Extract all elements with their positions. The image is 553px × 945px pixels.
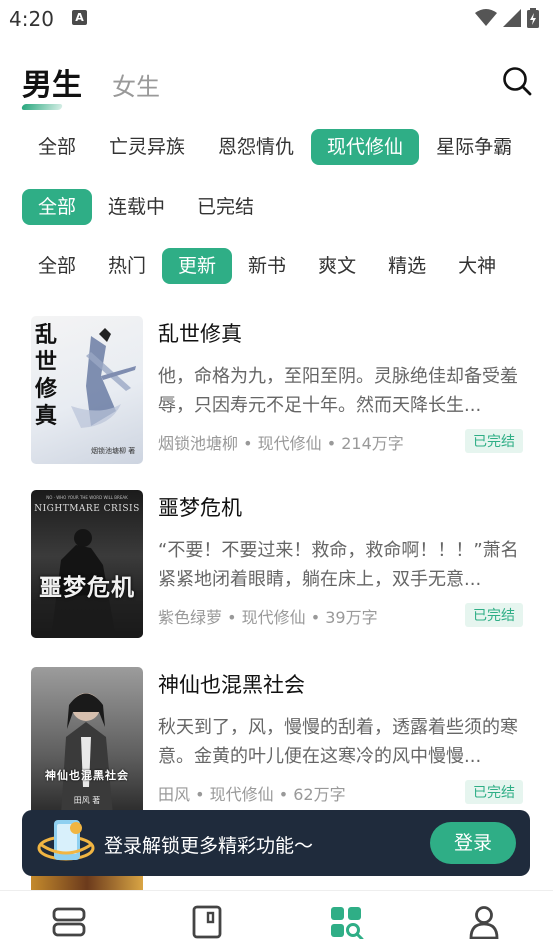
wifi-icon bbox=[475, 9, 497, 26]
sort-chip[interactable]: 新书 bbox=[232, 248, 302, 284]
status-indicators bbox=[475, 8, 539, 28]
book-title[interactable]: 噩梦危机 bbox=[158, 492, 242, 522]
signal-icon bbox=[503, 9, 521, 27]
sort-chip[interactable]: 更新 bbox=[162, 248, 233, 284]
book-cover[interactable]: 神仙也混黑社会 田风 著 bbox=[31, 667, 143, 815]
search-icon[interactable] bbox=[502, 66, 532, 96]
login-banner: 登录解锁更多精彩功能～ 登录 bbox=[22, 810, 530, 876]
tab-male-label: 男生 bbox=[22, 68, 82, 103]
book-description: 他，命格为九，至阳至阴。灵脉绝佳却备受羞辱，只因寿元不足十年。然而天降长生... bbox=[158, 366, 518, 416]
book-cover[interactable]: 乱世修真 烟锁池塘柳 著 bbox=[31, 316, 143, 464]
status-badge: 已完结 bbox=[465, 429, 523, 453]
book-description: 秋天到了，风，慢慢的刮着，透露着些须的寒意。金黄的叶儿便在这寒冷的风中慢慢... bbox=[158, 717, 518, 767]
cover-title-en: NIGHTMARE CRISIS bbox=[34, 504, 140, 514]
category-chip[interactable]: 星际争霸 bbox=[420, 129, 528, 165]
sort-chip[interactable]: 爽文 bbox=[302, 248, 372, 284]
status-bar: 4:20 A bbox=[0, 0, 553, 38]
notification-icon: A bbox=[72, 10, 87, 25]
category-chip[interactable]: 亡灵异族 bbox=[93, 129, 201, 165]
status-chip[interactable]: 已完结 bbox=[181, 189, 270, 225]
category-icon[interactable] bbox=[328, 905, 364, 939]
next-book-cover-peek bbox=[31, 876, 143, 890]
book-meta: 烟锁池塘柳 • 现代修仙 • 214万字 bbox=[158, 434, 404, 453]
status-chip[interactable]: 全部 bbox=[22, 189, 93, 225]
cover-author: 烟锁池塘柳 著 bbox=[91, 447, 136, 455]
book-meta: 田风 • 现代修仙 • 62万字 bbox=[158, 785, 346, 804]
sort-chip[interactable]: 热门 bbox=[92, 248, 162, 284]
tab-female[interactable]: 女生 bbox=[112, 67, 160, 106]
sort-chip[interactable]: 精选 bbox=[372, 248, 442, 284]
category-filter-row: 全部 亡灵异族 恩怨情仇 现代修仙 星际争霸 bbox=[22, 129, 529, 165]
status-badge: 已完结 bbox=[465, 603, 523, 627]
battery-icon bbox=[527, 8, 539, 28]
cover-tagline: NO · WHO YOUR THE WORD WILL BREAK bbox=[46, 495, 128, 500]
category-chip[interactable]: 全部 bbox=[22, 129, 92, 165]
category-chip[interactable]: 现代修仙 bbox=[311, 129, 420, 165]
book-title[interactable]: 乱世修真 bbox=[158, 318, 242, 348]
book-item[interactable]: 神仙也混黑社会 田风 著 神仙也混黑社会 秋天到了，风，慢慢的刮着，透露着些须的… bbox=[31, 667, 523, 817]
sort-chip[interactable]: 全部 bbox=[22, 248, 92, 284]
bookstore-icon[interactable] bbox=[189, 905, 225, 939]
status-filter-row: 全部 连载中 已完结 bbox=[22, 189, 270, 225]
category-chip[interactable]: 恩怨情仇 bbox=[202, 129, 310, 165]
book-item[interactable]: NO · WHO YOUR THE WORD WILL BREAK NIGHTM… bbox=[31, 490, 523, 640]
active-tab-indicator bbox=[20, 104, 64, 110]
book-cover[interactable]: NO · WHO YOUR THE WORD WILL BREAK NIGHTM… bbox=[31, 490, 143, 638]
profile-icon[interactable] bbox=[466, 905, 502, 939]
cover-author: 田风 著 bbox=[73, 796, 101, 805]
phone-unlock-icon bbox=[37, 820, 95, 861]
book-meta: 紫色绿萝 • 现代修仙 • 39万字 bbox=[158, 608, 378, 627]
tab-male[interactable]: 男生 bbox=[20, 60, 82, 110]
book-item[interactable]: 乱世修真 烟锁池塘柳 著 乱世修真 他，命格为九，至阳至阴。灵脉绝佳却备受羞辱，… bbox=[31, 316, 523, 466]
cover-title-cn: 噩梦危机 bbox=[39, 575, 135, 601]
book-title[interactable]: 神仙也混黑社会 bbox=[158, 669, 305, 699]
sort-chip[interactable]: 大神 bbox=[442, 248, 512, 284]
book-description: “不要！不要过来！救命，救命啊！！！”萧名紧紧地闭着眼睛，躺在床上，双手无意..… bbox=[158, 540, 519, 590]
cover-title-cn: 神仙也混黑社会 bbox=[45, 769, 129, 782]
gender-tabs: 男生 女生 bbox=[20, 60, 160, 110]
bottom-nav bbox=[0, 890, 553, 945]
login-banner-text: 登录解锁更多精彩功能～ bbox=[104, 835, 314, 857]
login-button[interactable]: 登录 bbox=[430, 822, 516, 864]
cover-calligraphy: 乱世修真 bbox=[35, 322, 58, 429]
status-badge: 已完结 bbox=[465, 780, 523, 804]
bookshelf-icon[interactable] bbox=[51, 905, 87, 939]
cover-art bbox=[61, 693, 113, 815]
sort-filter-row: 全部 热门 更新 新书 爽文 精选 大神 bbox=[22, 248, 512, 284]
status-time: 4:20 bbox=[9, 7, 54, 31]
status-chip[interactable]: 连载中 bbox=[92, 189, 181, 225]
